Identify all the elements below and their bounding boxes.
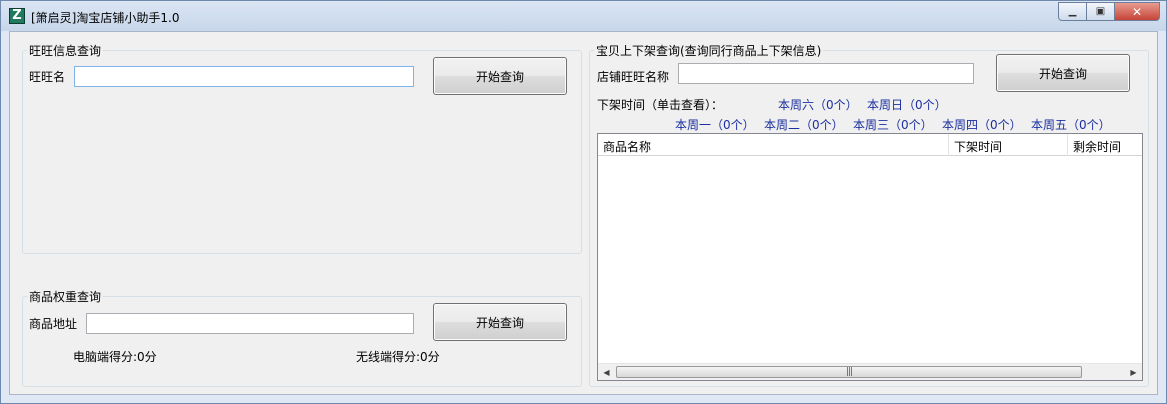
app-window: Z [箫启灵]淘宝店铺小助手1.0 ▁ ▣ ✕ 旺旺信息查询 旺旺名 开始查询 … (0, 0, 1167, 404)
mobile-score-label: 无线端得分: (356, 350, 421, 364)
weight-query-button[interactable]: 开始查询 (433, 303, 567, 341)
scroll-left-arrow[interactable]: ◀ (598, 364, 615, 381)
wangwang-name-label: 旺旺名 (29, 70, 66, 84)
product-list-header: 商品名称 下架时间 剩余时间 (598, 134, 1142, 156)
day-link-sunday[interactable]: 本周日（0个） (867, 96, 947, 113)
window-title: [箫启灵]淘宝店铺小助手1.0 (31, 11, 180, 25)
wangwang-name-input[interactable] (74, 66, 414, 87)
column-header-remaining-time[interactable]: 剩余时间 (1068, 134, 1144, 156)
app-icon: Z (9, 8, 25, 24)
day-link-friday[interactable]: 本周五（0个） (1031, 116, 1111, 133)
title-bar[interactable]: Z [箫启灵]淘宝店铺小助手1.0 ▁ ▣ ✕ (1, 1, 1166, 31)
product-address-input[interactable] (86, 313, 414, 334)
day-link-thursday[interactable]: 本周四（0个） (942, 116, 1022, 133)
grip-icon: ||| (845, 367, 853, 377)
horizontal-scrollbar[interactable]: ◀ ||| ▶ (598, 363, 1142, 380)
wangwang-query-title: 旺旺信息查询 (29, 44, 102, 58)
shop-name-input[interactable] (678, 63, 974, 84)
day-link-monday[interactable]: 本周一（0个） (675, 116, 755, 133)
scroll-right-arrow[interactable]: ▶ (1125, 364, 1142, 381)
column-header-product-name[interactable]: 商品名称 (598, 134, 949, 156)
column-header-delist-time[interactable]: 下架时间 (949, 134, 1068, 156)
product-address-label: 商品地址 (29, 317, 78, 331)
maximize-icon: ▣ (1095, 6, 1106, 17)
pc-score-value: 0分 (137, 350, 157, 364)
day-link-wednesday[interactable]: 本周三（0个） (853, 116, 933, 133)
close-button[interactable]: ✕ (1114, 2, 1160, 21)
maximize-button[interactable]: ▣ (1086, 2, 1115, 21)
window-controls: ▁ ▣ ✕ (1058, 2, 1160, 21)
minimize-button[interactable]: ▁ (1058, 2, 1087, 21)
mobile-score: 无线端得分:0分 (356, 348, 440, 365)
shop-name-label: 店铺旺旺名称 (597, 70, 670, 84)
minimize-icon: ▁ (1068, 6, 1077, 17)
chevron-right-icon: ▶ (1130, 368, 1137, 377)
chevron-left-icon: ◀ (603, 368, 610, 377)
listing-query-title: 宝贝上下架查询(查询同行商品上下架信息) (596, 44, 822, 58)
pc-score-label: 电脑端得分: (73, 350, 138, 364)
client-area: 旺旺信息查询 旺旺名 开始查询 商品权重查询 商品地址 开始查询 电脑端得分:0… (9, 31, 1158, 395)
product-list[interactable]: 商品名称 下架时间 剩余时间 ◀ ||| ▶ (597, 133, 1143, 381)
scrollbar-thumb[interactable]: ||| (616, 366, 1082, 378)
pc-score: 电脑端得分:0分 (73, 348, 157, 365)
weight-query-title: 商品权重查询 (29, 290, 102, 304)
mobile-score-value: 0分 (420, 350, 440, 364)
wangwang-query-button[interactable]: 开始查询 (433, 57, 567, 95)
close-icon: ✕ (1131, 4, 1143, 19)
day-link-saturday[interactable]: 本周六（0个） (778, 96, 858, 113)
delist-time-label: 下架时间（单击查看）： (597, 98, 724, 112)
listing-query-button[interactable]: 开始查询 (996, 54, 1130, 92)
day-link-tuesday[interactable]: 本周二（0个） (764, 116, 844, 133)
